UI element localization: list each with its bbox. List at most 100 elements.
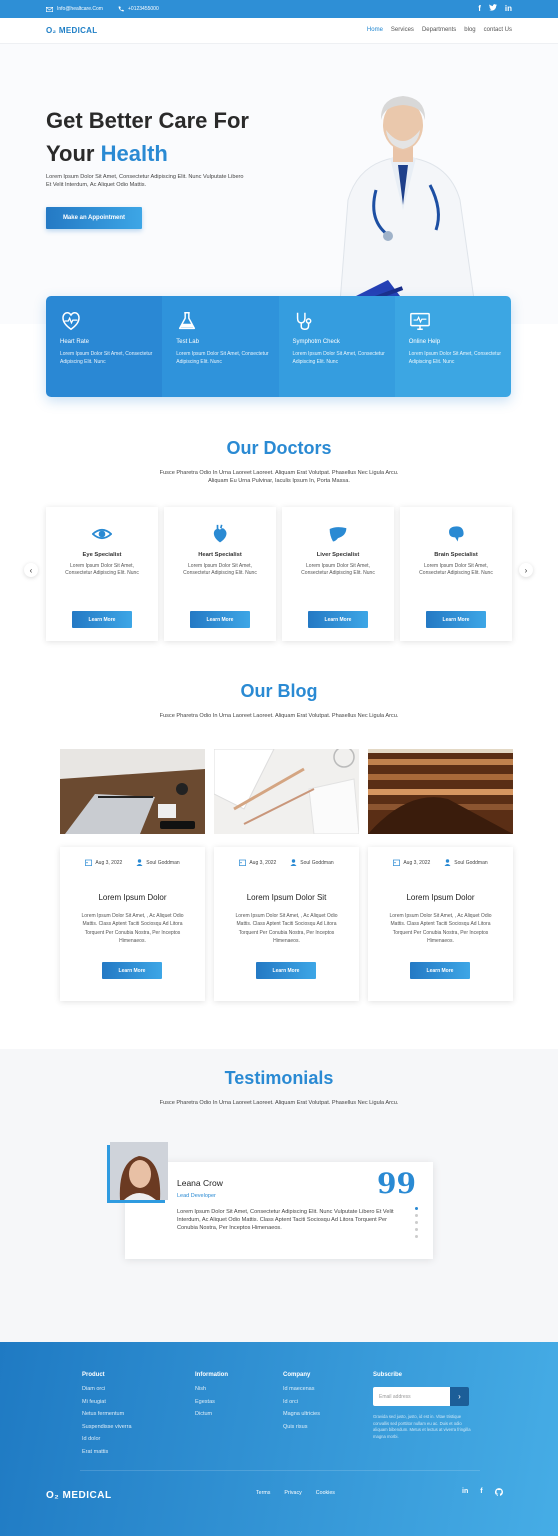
- nav-services[interactable]: Services: [391, 27, 414, 33]
- site-footer: Product Diam orci Mi feugiat Netus ferme…: [0, 1342, 558, 1536]
- main-nav: O₂ MEDICAL Home Services Departments blo…: [0, 18, 558, 44]
- liver-icon: [329, 527, 347, 542]
- learn-more-button[interactable]: Learn More: [190, 611, 250, 628]
- pagination-dot[interactable]: [415, 1207, 418, 1210]
- blog-card-title[interactable]: Lorem Ipsum Dolor: [60, 893, 205, 902]
- feature-title: Test Lab: [176, 339, 199, 345]
- footer-link[interactable]: Suspendisse viverra: [82, 1421, 132, 1434]
- footer-logo[interactable]: O₂ MEDICAL: [46, 1490, 112, 1501]
- email-text: Info@healtcare.Com: [57, 6, 103, 12]
- footer-link[interactable]: Diam orci: [82, 1383, 132, 1396]
- blog-card-title[interactable]: Lorem Ipsum Dolor Sit: [214, 893, 359, 902]
- feature-test-lab[interactable]: Test Lab Lorem Ipsum Dolor Sit Amet, Con…: [162, 296, 279, 397]
- blog-card-title[interactable]: Lorem Ipsum Dolor: [368, 893, 513, 902]
- feature-desc: Lorem Ipsum Dolor Sit Amet, Consectetur …: [408, 351, 502, 365]
- footer-link[interactable]: Dictum: [195, 1408, 228, 1421]
- linkedin-icon[interactable]: in: [462, 1488, 468, 1498]
- subscribe-button[interactable]: ›: [450, 1387, 469, 1406]
- footer-social: in f: [462, 1488, 503, 1498]
- footer-col-company: Company Id maecenas Id orci Magna ultric…: [283, 1372, 320, 1433]
- facebook-icon[interactable]: f: [480, 1488, 482, 1498]
- user-icon: [136, 859, 143, 866]
- stethoscope-icon: [296, 312, 311, 330]
- chevron-left-icon: ‹: [29, 565, 33, 575]
- footer-link[interactable]: Id orci: [283, 1396, 320, 1409]
- hero-title-line1: Get Better Care For: [46, 108, 249, 133]
- doctor-card-desc: Lorem Ipsum Dolor Sit Amet, Consectetur …: [183, 563, 257, 577]
- footer-link[interactable]: Nish: [195, 1383, 228, 1396]
- footer-link[interactable]: Mi feugiat: [82, 1396, 132, 1409]
- footer-col-product: Product Diam orci Mi feugiat Netus ferme…: [82, 1372, 132, 1458]
- learn-more-button[interactable]: Learn More: [72, 611, 132, 628]
- footer-link[interactable]: Quis risus: [283, 1421, 320, 1434]
- linkedin-icon[interactable]: in: [505, 4, 512, 13]
- top-social: f in: [478, 4, 512, 13]
- monitor-icon: [409, 312, 430, 330]
- contact-phone[interactable]: +0123455000: [118, 6, 159, 12]
- doctor-card-title: Eye Specialist: [82, 552, 122, 558]
- footer-link[interactable]: Erat mattis: [82, 1446, 132, 1459]
- email-input[interactable]: Email address: [373, 1387, 450, 1406]
- site-logo[interactable]: O₂ MEDICAL: [46, 26, 97, 35]
- calendar-icon: [393, 859, 401, 866]
- nav-contact[interactable]: contact Us: [484, 27, 512, 33]
- doctors-title: Our Doctors: [226, 438, 332, 458]
- testimonial-pagination: [415, 1207, 418, 1238]
- hero-title-prefix: Your: [46, 141, 101, 166]
- blog-card: Aug 3, 2022 Soul Goddman Lorem Ipsum Dol…: [368, 847, 513, 1001]
- heart-organ-icon: [213, 524, 227, 543]
- subscribe-text: Gravida sed justo, justo, id est in. Vit…: [373, 1414, 471, 1439]
- learn-more-button[interactable]: Learn More: [426, 611, 486, 628]
- footer-link[interactable]: Magna ultricies: [283, 1408, 320, 1421]
- contact-email[interactable]: Info@healtcare.Com: [46, 6, 103, 12]
- doctor-card-desc: Lorem Ipsum Dolor Sit Amet, Consectetur …: [419, 563, 493, 577]
- feature-online-help[interactable]: Online Help Lorem Ipsum Dolor Sit Amet, …: [394, 296, 511, 397]
- doctors-prev-button[interactable]: ‹: [24, 563, 38, 577]
- facebook-icon[interactable]: f: [478, 4, 481, 13]
- hero-title-highlight: Health: [100, 141, 168, 166]
- calendar-icon: [239, 859, 247, 866]
- feature-title: Symphotm Check: [292, 339, 340, 345]
- blog-image-library: [368, 749, 513, 834]
- learn-more-button[interactable]: Learn More: [410, 962, 470, 979]
- footer-col-information: Information Nish Egestas Dictum: [195, 1372, 228, 1421]
- footer-heading: Product: [82, 1372, 105, 1378]
- doctors-subtitle: Fusce Pharetra Odio In Urna Laoreet Laor…: [159, 470, 399, 485]
- features-bar: Heart Rate Lorem Ipsum Dolor Sit Amet, C…: [46, 296, 511, 397]
- twitter-icon[interactable]: [488, 4, 497, 13]
- footer-link[interactable]: Netus fermentum: [82, 1408, 132, 1421]
- cookies-link[interactable]: Cookies: [316, 1490, 335, 1496]
- flask-icon: [179, 312, 196, 330]
- pagination-dot[interactable]: [415, 1214, 418, 1217]
- nav-departments[interactable]: Departments: [422, 27, 456, 33]
- appointment-button[interactable]: Make an Appointment: [46, 207, 142, 229]
- footer-link[interactable]: Egestas: [195, 1396, 228, 1409]
- pagination-dot[interactable]: [415, 1228, 418, 1231]
- blog-card: Aug 3, 2022 Soul Goddman Lorem Ipsum Dol…: [214, 847, 359, 1001]
- learn-more-button[interactable]: Learn More: [308, 611, 368, 628]
- avatar: [110, 1142, 168, 1200]
- nav-blog[interactable]: blog: [464, 27, 475, 33]
- learn-more-button[interactable]: Learn More: [256, 962, 316, 979]
- doctors-next-button[interactable]: ›: [519, 563, 533, 577]
- feature-heart-rate[interactable]: Heart Rate Lorem Ipsum Dolor Sit Amet, C…: [46, 296, 163, 397]
- footer-link[interactable]: Id dolor: [82, 1433, 132, 1446]
- footer-heading: Information: [195, 1372, 228, 1378]
- chevron-right-icon: ›: [524, 565, 528, 575]
- pagination-dot[interactable]: [415, 1235, 418, 1238]
- terms-link[interactable]: Terms: [256, 1490, 270, 1496]
- learn-more-button[interactable]: Learn More: [102, 962, 162, 979]
- blog-author: Soul Goddman: [290, 859, 334, 866]
- feature-symptom-check[interactable]: Symphotm Check Lorem Ipsum Dolor Sit Ame…: [278, 296, 395, 397]
- doctor-card-desc: Lorem Ipsum Dolor Sit Amet, Consectetur …: [301, 563, 375, 577]
- footer-legal-links: Terms Privacy Cookies: [256, 1490, 335, 1496]
- nav-home[interactable]: Home: [367, 27, 383, 33]
- pagination-dot[interactable]: [415, 1221, 418, 1224]
- chevron-right-icon: ›: [458, 1392, 461, 1401]
- github-icon[interactable]: [494, 1488, 503, 1498]
- footer-heading: Subscribe: [373, 1372, 403, 1378]
- privacy-link[interactable]: Privacy: [284, 1490, 301, 1496]
- feature-desc: Lorem Ipsum Dolor Sit Amet, Consectetur …: [292, 351, 385, 365]
- footer-link[interactable]: Id maecenas: [283, 1383, 320, 1396]
- blog-meta: Aug 3, 2022 Soul Goddman: [214, 859, 359, 866]
